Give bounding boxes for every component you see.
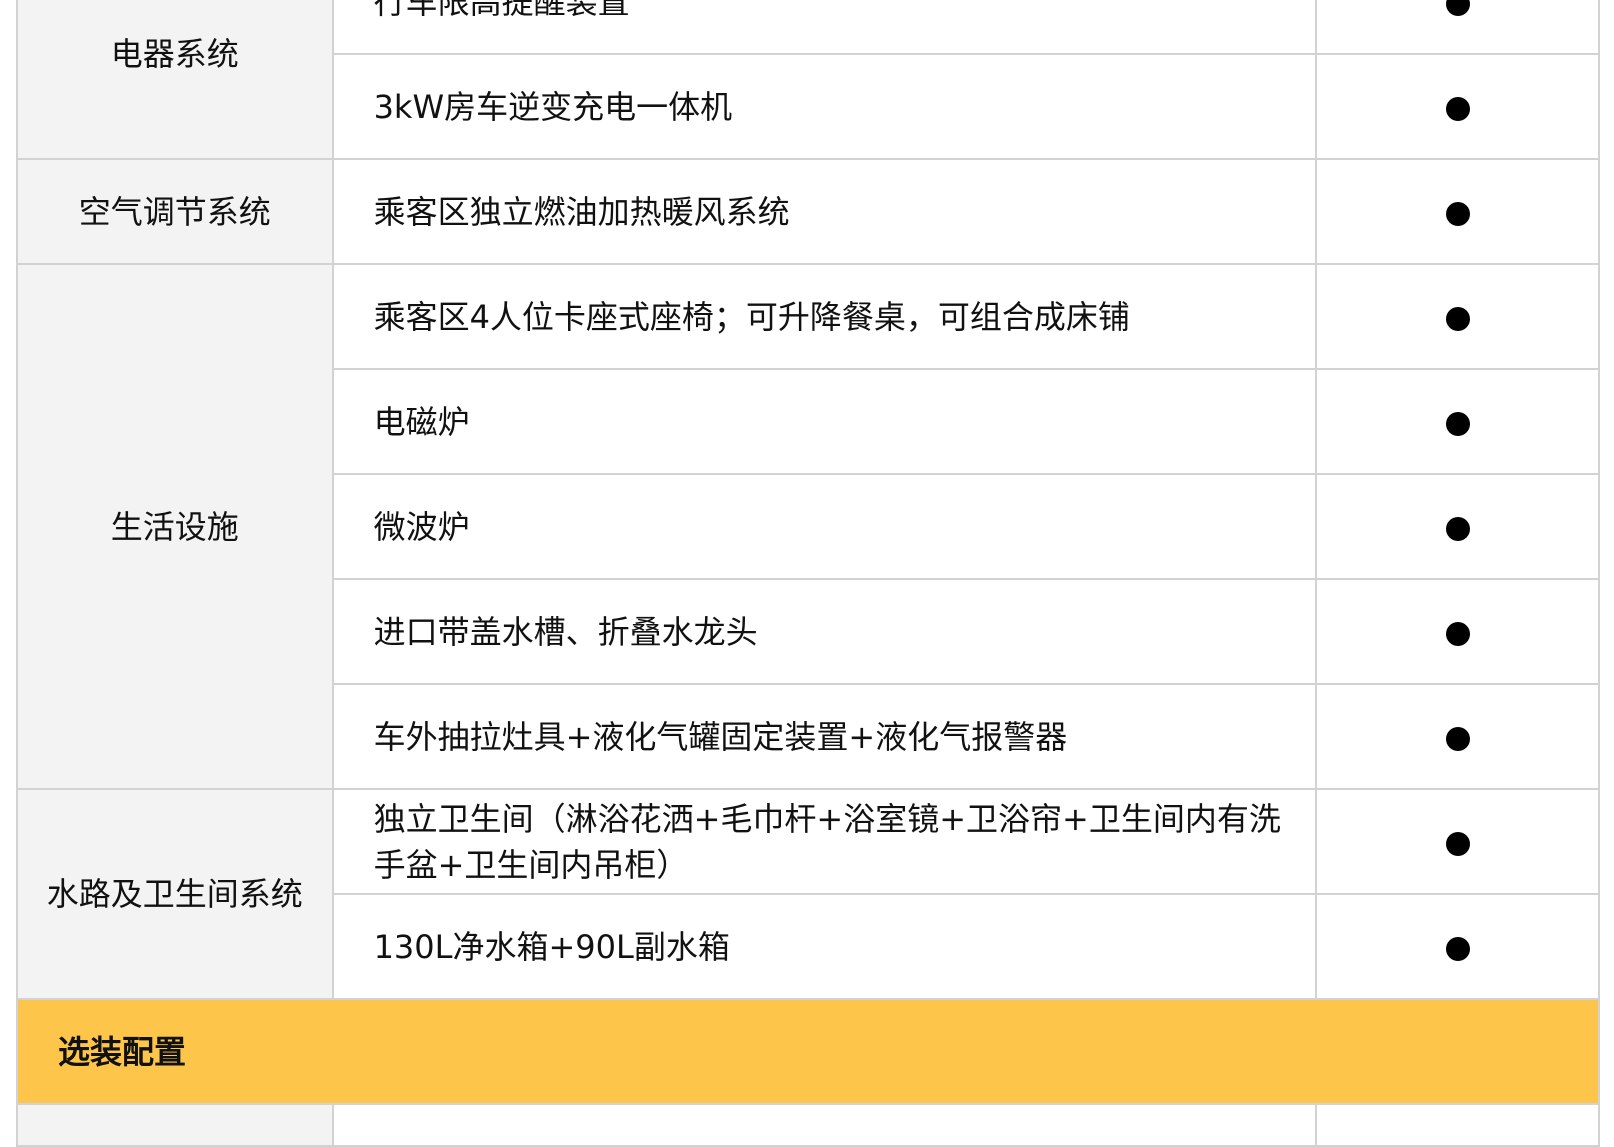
category-cell [16, 1103, 334, 1147]
filled-dot-icon [1445, 516, 1470, 541]
standard-mark-cell [1315, 0, 1600, 55]
item-cell: 3kW房车逆变充电一体机 [331, 53, 1318, 160]
item-cell: 乘客区独立燃油加热暖风系统 [331, 158, 1318, 265]
category-cell: 电器系统 [16, 0, 334, 160]
category-cell: 水路及卫生间系统 [16, 788, 334, 1000]
item-cell: 独立卫生间（淋浴花洒+毛巾杆+浴室镜+卫浴帘+卫生间内有洗手盆+卫生间内吊柜） [331, 788, 1318, 895]
item-cell: 电磁炉 [331, 368, 1318, 475]
item-cell [331, 1103, 1318, 1147]
section-header-row: 选装配置 [16, 998, 1600, 1105]
standard-mark-cell [1315, 368, 1600, 475]
item-cell: 行车限高提醒装置 [331, 0, 1318, 55]
filled-dot-icon [1445, 411, 1470, 436]
standard-mark-cell [1315, 578, 1600, 685]
item-cell: 微波炉 [331, 473, 1318, 580]
category-cell: 生活设施 [16, 263, 334, 790]
standard-mark-cell [1315, 788, 1600, 895]
filled-dot-icon [1445, 201, 1470, 226]
table-row: 水路及卫生间系统 独立卫生间（淋浴花洒+毛巾杆+浴室镜+卫浴帘+卫生间内有洗手盆… [16, 788, 1600, 1000]
standard-mark-cell [1315, 263, 1600, 370]
standard-mark-cell [1315, 53, 1600, 160]
filled-dot-icon [1445, 936, 1470, 961]
filled-dot-icon [1445, 726, 1470, 751]
filled-dot-icon [1445, 621, 1470, 646]
standard-mark-cell [1315, 1103, 1600, 1147]
standard-mark-cell [1315, 473, 1600, 580]
section-header: 选装配置 [16, 998, 1600, 1105]
filled-dot-icon [1445, 306, 1470, 331]
category-cell: 空气调节系统 [16, 158, 334, 265]
filled-dot-icon [1445, 0, 1470, 16]
filled-dot-icon [1445, 96, 1470, 121]
item-cell: 车外抽拉灶具+液化气罐固定装置+液化气报警器 [331, 683, 1318, 790]
item-cell: 130L净水箱+90L副水箱 [331, 893, 1318, 1000]
spec-sheet: 电器系统 行车限高提醒装置 3kW房车逆变充电一体机 空气调节系统 乘客区独立燃… [16, 0, 1600, 1147]
standard-mark-cell [1315, 158, 1600, 265]
spec-table: 电器系统 行车限高提醒装置 3kW房车逆变充电一体机 空气调节系统 乘客区独立燃… [16, 0, 1600, 1147]
standard-mark-cell [1315, 893, 1600, 1000]
filled-dot-icon [1445, 831, 1470, 856]
item-cell: 乘客区4人位卡座式座椅；可升降餐桌，可组合成床铺 [331, 263, 1318, 370]
table-row: 生活设施 乘客区4人位卡座式座椅；可升降餐桌，可组合成床铺 [16, 263, 1600, 790]
standard-mark-cell [1315, 683, 1600, 790]
table-row: 电器系统 行车限高提醒装置 [16, 0, 1600, 160]
item-cell: 进口带盖水槽、折叠水龙头 [331, 578, 1318, 685]
table-row [16, 1103, 1600, 1147]
table-row: 空气调节系统 乘客区独立燃油加热暖风系统 [16, 158, 1600, 265]
